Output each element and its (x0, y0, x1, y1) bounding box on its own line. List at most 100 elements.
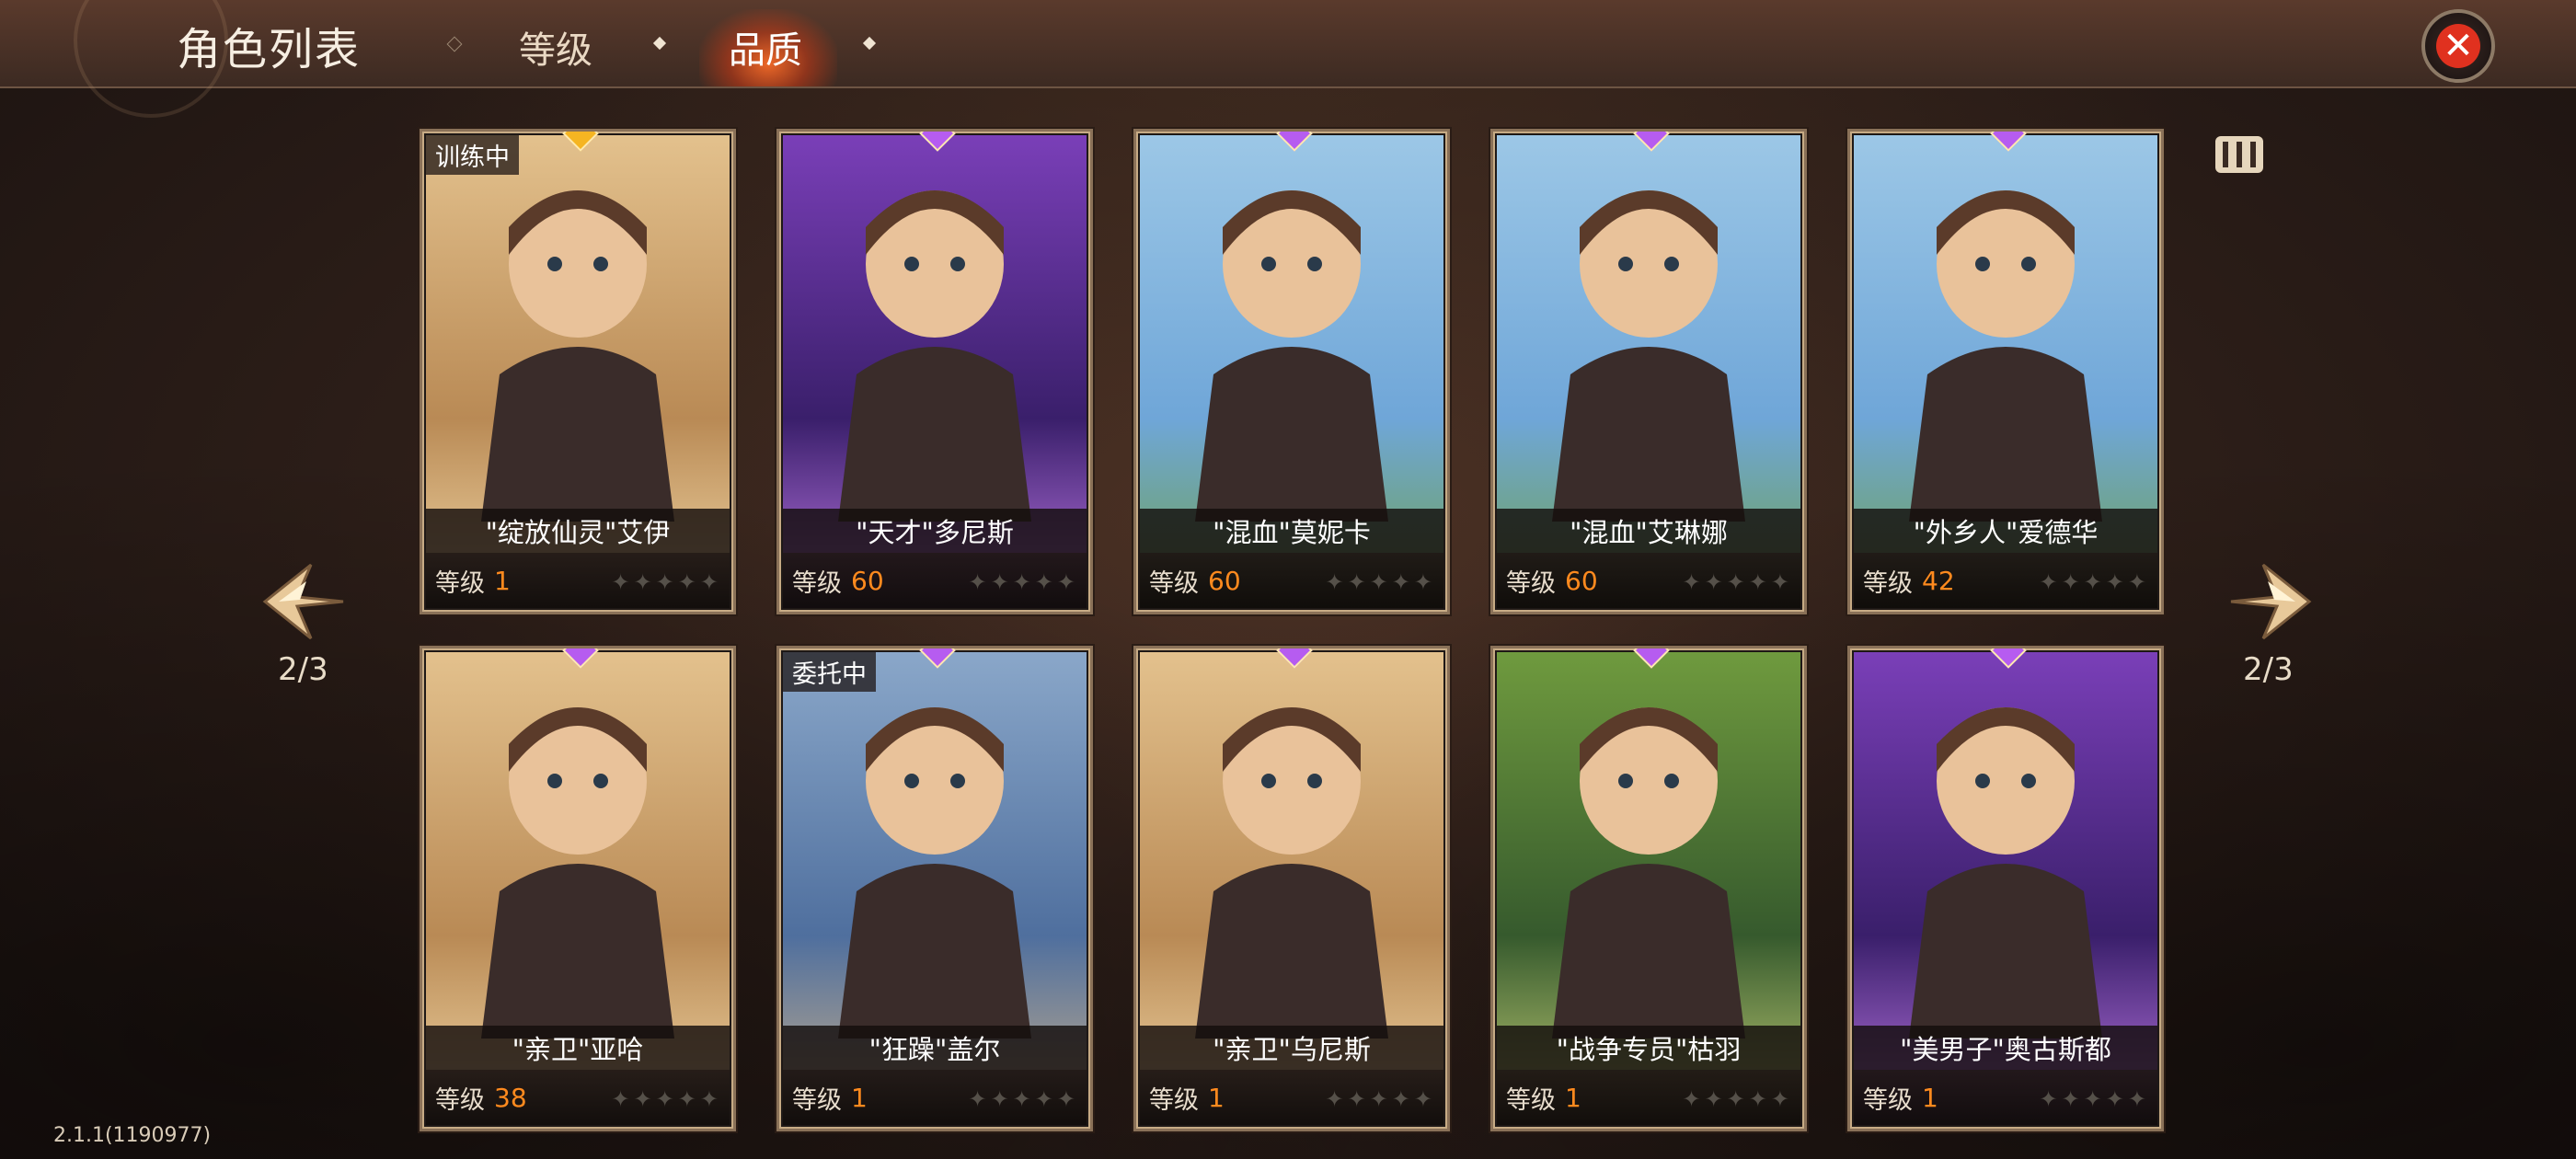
star-icon: ✦ (1391, 1086, 1410, 1112)
star-icon: ✦ (2039, 569, 2058, 595)
character-level-row: 等级 42 ✦ ✦ ✦ ✦ ✦ (1854, 553, 2157, 608)
character-level-row: 等级 60 ✦ ✦ ✦ ✦ ✦ (1140, 553, 1443, 608)
star-icon: ✦ (1012, 569, 1031, 595)
star-icon: ✦ (968, 1086, 987, 1112)
star-icon: ✦ (677, 1086, 696, 1112)
star-icon: ✦ (655, 1086, 674, 1112)
character-card[interactable]: "亲卫"亚哈 等级 38 ✦ ✦ ✦ ✦ ✦ (420, 646, 736, 1131)
character-level-row: 等级 60 ✦ ✦ ✦ ✦ ✦ (783, 553, 1087, 608)
star-rating: ✦ ✦ ✦ ✦ ✦ (968, 569, 1075, 595)
character-card[interactable]: "狂躁"盖尔 等级 1 ✦ ✦ ✦ ✦ ✦ 委托中 (776, 646, 1093, 1131)
close-button[interactable]: ✕ (2421, 9, 2495, 83)
character-name: "天才"多尼斯 (783, 509, 1087, 553)
filter-toggle-icon[interactable] (2210, 125, 2269, 184)
star-rating: ✦ ✦ ✦ ✦ ✦ (1325, 1086, 1432, 1112)
star-icon: ✦ (1056, 569, 1075, 595)
character-card[interactable]: "混血"艾琳娜 等级 60 ✦ ✦ ✦ ✦ ✦ (1490, 129, 1807, 614)
star-icon: ✦ (1413, 569, 1432, 595)
star-rating: ✦ ✦ ✦ ✦ ✦ (1682, 1086, 1789, 1112)
character-name: "亲卫"亚哈 (426, 1026, 730, 1070)
level-value: 60 (851, 565, 884, 596)
star-icon: ✦ (1034, 1086, 1053, 1112)
character-card[interactable]: "亲卫"乌尼斯 等级 1 ✦ ✦ ✦ ✦ ✦ (1133, 646, 1450, 1131)
page-title: 角色列表 (177, 24, 362, 75)
character-card[interactable]: "外乡人"爱德华 等级 42 ✦ ✦ ✦ ✦ ✦ (1847, 129, 2164, 614)
star-icon: ✦ (2127, 569, 2146, 595)
level-value: 38 (494, 1082, 527, 1113)
top-bar: 角色列表 等级 品质 ✕ (0, 0, 2576, 118)
character-card[interactable]: "天才"多尼斯 等级 60 ✦ ✦ ✦ ✦ ✦ (776, 129, 1093, 614)
tab-level[interactable]: 等级 (519, 20, 592, 74)
character-name: "亲卫"乌尼斯 (1140, 1026, 1443, 1070)
character-name: "狂躁"盖尔 (783, 1026, 1087, 1070)
star-icon: ✦ (1325, 1086, 1344, 1112)
star-icon: ✦ (1770, 1086, 1789, 1112)
star-icon: ✦ (633, 1086, 652, 1112)
character-card[interactable]: "美男子"奥古斯都 等级 1 ✦ ✦ ✦ ✦ ✦ (1847, 646, 2164, 1131)
star-icon: ✦ (1056, 1086, 1075, 1112)
level-value: 42 (1922, 565, 1955, 596)
character-level-row: 等级 60 ✦ ✦ ✦ ✦ ✦ (1497, 553, 1800, 608)
close-icon: ✕ (2436, 24, 2480, 68)
star-icon: ✦ (1682, 569, 1701, 595)
level-value: 60 (1565, 565, 1598, 596)
star-icon: ✦ (1347, 569, 1366, 595)
level-label: 等级 (1149, 568, 1199, 598)
star-icon: ✦ (633, 569, 652, 595)
star-rating: ✦ ✦ ✦ ✦ ✦ (611, 569, 719, 595)
star-rating: ✦ ✦ ✦ ✦ ✦ (2039, 1086, 2146, 1112)
character-level-row: 等级 1 ✦ ✦ ✦ ✦ ✦ (1497, 1070, 1800, 1125)
next-page-arrow-icon[interactable] (2226, 556, 2318, 648)
level-value: 1 (494, 565, 511, 596)
star-rating: ✦ ✦ ✦ ✦ ✦ (2039, 569, 2146, 595)
page-indicator-right: 2/3 (2243, 651, 2294, 688)
star-icon: ✦ (2039, 1086, 2058, 1112)
character-level-row: 等级 1 ✦ ✦ ✦ ✦ ✦ (426, 553, 730, 608)
tab-quality[interactable]: 品质 (729, 20, 802, 74)
level-value: 1 (1208, 1082, 1225, 1113)
star-icon: ✦ (1369, 1086, 1388, 1112)
level-label: 等级 (435, 568, 485, 598)
star-icon: ✦ (611, 1086, 630, 1112)
star-icon: ✦ (1012, 1086, 1031, 1112)
character-level-row: 等级 1 ✦ ✦ ✦ ✦ ✦ (1854, 1070, 2157, 1125)
star-icon: ✦ (611, 569, 630, 595)
character-status-tag: 训练中 (426, 135, 519, 175)
star-icon: ✦ (1034, 569, 1053, 595)
character-level-row: 等级 1 ✦ ✦ ✦ ✦ ✦ (783, 1070, 1087, 1125)
star-icon: ✦ (2127, 1086, 2146, 1112)
level-label: 等级 (792, 1085, 842, 1115)
prev-page-arrow-icon[interactable] (256, 556, 348, 648)
star-icon: ✦ (2105, 569, 2124, 595)
level-value: 60 (1208, 565, 1241, 596)
level-label: 等级 (1506, 1085, 1556, 1115)
star-icon: ✦ (2061, 1086, 2080, 1112)
character-card[interactable]: "战争专员"枯羽 等级 1 ✦ ✦ ✦ ✦ ✦ (1490, 646, 1807, 1131)
character-name: "美男子"奥古斯都 (1854, 1026, 2157, 1070)
star-icon: ✦ (990, 1086, 1009, 1112)
star-icon: ✦ (655, 569, 674, 595)
star-icon: ✦ (2083, 569, 2102, 595)
character-level-row: 等级 1 ✦ ✦ ✦ ✦ ✦ (1140, 1070, 1443, 1125)
star-icon: ✦ (699, 1086, 719, 1112)
character-card[interactable]: "混血"莫妮卡 等级 60 ✦ ✦ ✦ ✦ ✦ (1133, 129, 1450, 614)
star-icon: ✦ (1748, 569, 1767, 595)
character-card[interactable]: "绽放仙灵"艾伊 等级 1 ✦ ✦ ✦ ✦ ✦ 训练中 (420, 129, 736, 614)
version-label: 2.1.1(1190977) (53, 1124, 212, 1147)
character-level-row: 等级 38 ✦ ✦ ✦ ✦ ✦ (426, 1070, 730, 1125)
star-icon: ✦ (699, 569, 719, 595)
tab-divider-icon (862, 36, 877, 51)
character-name: "混血"艾琳娜 (1497, 509, 1800, 553)
page-indicator-left: 2/3 (278, 651, 328, 688)
character-status-tag: 委托中 (783, 652, 876, 692)
level-label: 等级 (1149, 1085, 1199, 1115)
star-rating: ✦ ✦ ✦ ✦ ✦ (611, 1086, 719, 1112)
character-name: "外乡人"爱德华 (1854, 509, 2157, 553)
star-icon: ✦ (1369, 569, 1388, 595)
character-name: "混血"莫妮卡 (1140, 509, 1443, 553)
level-label: 等级 (1863, 1085, 1913, 1115)
character-name: "战争专员"枯羽 (1497, 1026, 1800, 1070)
star-rating: ✦ ✦ ✦ ✦ ✦ (968, 1086, 1075, 1112)
star-icon: ✦ (1726, 569, 1745, 595)
star-rating: ✦ ✦ ✦ ✦ ✦ (1325, 569, 1432, 595)
